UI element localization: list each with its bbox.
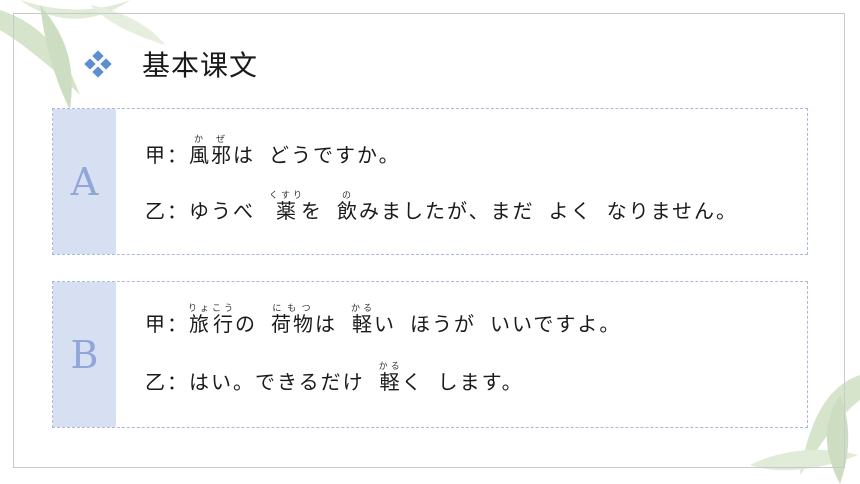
furigana-word: 軽かる xyxy=(351,304,376,336)
dialogue-text: なりません。 xyxy=(606,199,739,223)
dialogue-text: の xyxy=(235,312,258,336)
furigana-word: 荷物にもつ xyxy=(271,304,316,336)
dialogue-text: い xyxy=(374,312,397,336)
speaker-label: 乙： xyxy=(145,199,189,223)
dialogue-text: は xyxy=(315,312,338,336)
dialogue-text: はい。できるだけ xyxy=(189,370,365,394)
diamond-cluster-icon xyxy=(84,50,112,78)
dialogue-line: 甲：旅行りょこうの 荷物にもつは 軽かるい ほうが いいですよ。 xyxy=(145,304,621,337)
page-title: 基本课文 xyxy=(142,49,259,82)
speaker-label: 甲： xyxy=(145,312,189,336)
dialogue-line: 乙：ゆうべ 薬くすりを 飲のみましたが、まだ よく なりません。 xyxy=(145,191,738,224)
furigana-word: 旅行りょこう xyxy=(188,304,237,336)
title-row: 基本课文 xyxy=(84,44,258,84)
dialogue-text: ゆうべ xyxy=(189,199,255,223)
dialogue-text: いいですよ。 xyxy=(490,312,622,336)
furigana-word: 飲の xyxy=(337,191,359,223)
dialogue-card-a: A 甲：風邪かぜは どうですか。 乙：ゆうべ 薬くすりを 飲のみましたが、まだ よく なり… xyxy=(52,108,808,255)
dialogue-line: 乙：はい。できるだけ 軽かるく します。 xyxy=(145,362,524,395)
speaker-label: 甲： xyxy=(145,143,189,167)
speaker-label: 乙： xyxy=(145,370,189,394)
card-label: A xyxy=(53,109,116,254)
dialogue-text: どうですか。 xyxy=(269,143,401,167)
dialogue-text: します。 xyxy=(437,370,524,394)
furigana-word: 軽かる xyxy=(378,362,403,394)
dialogue-text: を xyxy=(301,199,323,223)
dialogue-text: よく xyxy=(548,199,593,223)
dialogue-text: ほうが xyxy=(410,312,477,336)
furigana-word: 薬くすり xyxy=(269,191,306,223)
card-label: B xyxy=(53,282,116,427)
dialogue-text: みましたが、まだ xyxy=(359,199,535,223)
dialogue-text: は xyxy=(233,143,255,167)
dialogue-text: く xyxy=(401,370,424,394)
dialogue-line: 甲：風邪かぜは どうですか。 xyxy=(145,135,401,168)
dialogue-card-b: B 甲：旅行りょこうの 荷物にもつは 軽かるい ほうが いいですよ。 乙：はい。できるだ… xyxy=(52,281,808,428)
furigana-word: 風邪かぜ xyxy=(189,135,233,167)
